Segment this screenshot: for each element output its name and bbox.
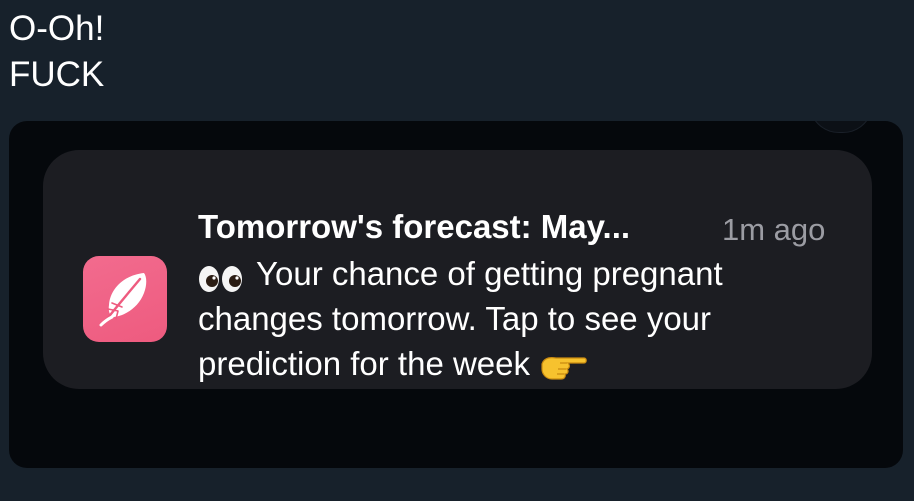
screenshot-image[interactable]: Tomorrow's forecast: May... 1m ago Your … [9,121,903,468]
notification-body-line: Your chance of getting pregnant [198,251,838,296]
notification-body-text: Your chance of getting pregnant [256,255,723,292]
notification-body-text: changes tomorrow. Tap to see your [198,300,712,337]
notification-body: Your chance of getting pregnant changes … [198,251,838,386]
decorative-corner [809,121,873,133]
feather-icon [83,256,167,342]
notification-body-line: changes tomorrow. Tap to see your [198,296,838,341]
eyes-emoji-icon [198,259,244,293]
notification-body-line: prediction for the week [198,341,838,386]
notification-body-text: prediction for the week [198,345,531,382]
message-caption: O-Oh! FUCK [9,6,104,98]
caption-line: O-Oh! [9,9,105,48]
notification-title: Tomorrow's forecast: May... [198,208,631,245]
caption-line: FUCK [9,55,105,94]
notification-timestamp: 1m ago [722,212,826,247]
push-notification[interactable]: Tomorrow's forecast: May... 1m ago Your … [43,150,872,389]
pointing-right-emoji-icon [540,348,588,380]
